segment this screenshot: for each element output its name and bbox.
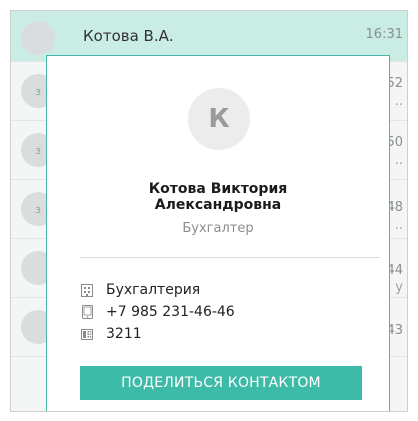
chat-list-window: Котова В.А. 16:31 з 52 .. з 50 .. з 48 .… (10, 10, 408, 412)
share-contact-button[interactable]: ПОДЕЛИТЬСЯ КОНТАКТОМ (80, 366, 362, 400)
desk-phone-icon (81, 327, 93, 341)
contact-department: Бухгалтерия (106, 282, 201, 298)
contact-phone-row[interactable]: +7 985 231-46-46 (81, 302, 235, 322)
chat-preview: .. (394, 218, 403, 233)
chat-avatar (21, 21, 55, 55)
chat-preview: .. (394, 153, 403, 168)
contact-extension-row[interactable]: 3211 (81, 324, 142, 344)
divider (80, 257, 380, 258)
contact-name-line2: Александровна (154, 197, 282, 213)
contact-name-line1: Котова Виктория (148, 181, 288, 197)
chat-name: Котова В.А. (83, 27, 174, 45)
contact-card: К Котова Виктория Александровна Бухгалте… (46, 55, 390, 411)
mobile-phone-icon (81, 305, 93, 319)
contact-extension[interactable]: 3211 (106, 326, 142, 342)
chat-preview: .. (394, 94, 403, 109)
contact-avatar: К (188, 88, 250, 150)
contact-position: Бухгалтер (182, 221, 254, 236)
building-icon (81, 283, 93, 297)
chat-time: 16:31 (365, 27, 403, 42)
contact-phone[interactable]: +7 985 231-46-46 (106, 304, 235, 320)
chat-preview: у (395, 280, 403, 295)
contact-name: Котова Виктория Александровна (47, 181, 389, 213)
contact-department-row: Бухгалтерия (81, 280, 200, 300)
